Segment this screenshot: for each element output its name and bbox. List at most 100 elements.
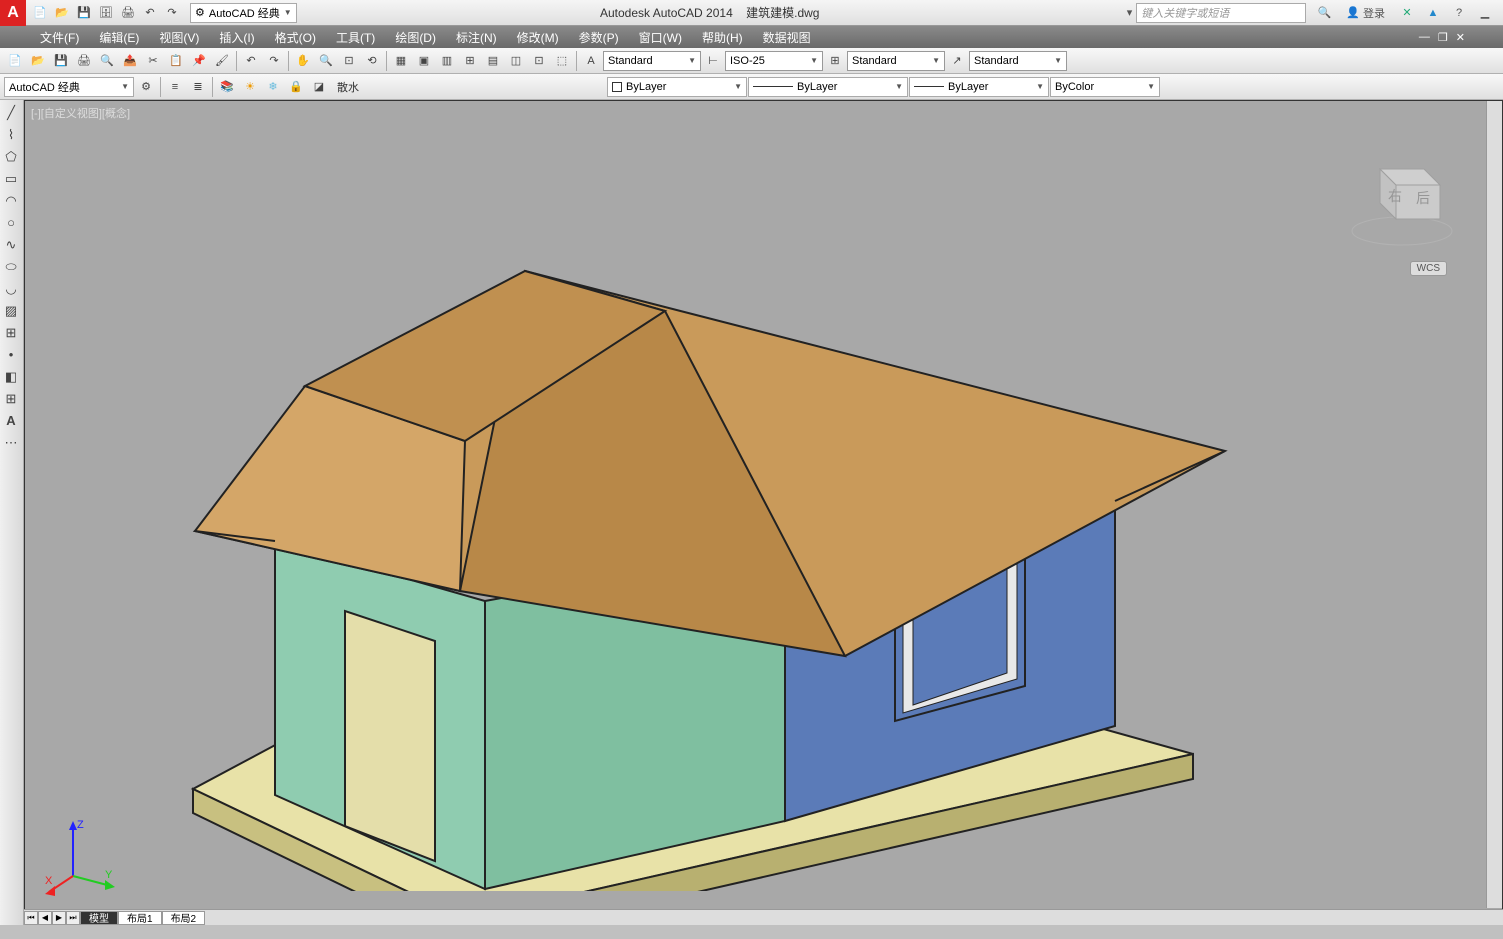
tool-icon[interactable]: ▥	[436, 50, 458, 72]
doc-close-icon[interactable]: ✕	[1456, 31, 1465, 44]
tool-icon[interactable]: ⬚	[551, 50, 573, 72]
layer-color-icon[interactable]: ◪	[308, 76, 330, 98]
undo-icon[interactable]: ↶	[140, 3, 160, 23]
zoom-win-icon[interactable]: ⊡	[338, 50, 360, 72]
point-icon[interactable]: •	[0, 344, 22, 365]
dropdown-arrow-icon[interactable]: ▾	[1123, 6, 1137, 19]
exchange-icon[interactable]: ✕	[1397, 3, 1417, 23]
tool-icon[interactable]: ◫	[505, 50, 527, 72]
plotcolor-dropdown[interactable]: ByColor▼	[1050, 77, 1160, 97]
copy-icon[interactable]: 📋	[165, 50, 187, 72]
viewport[interactable]: [-][自定义视图][概念]	[24, 100, 1503, 925]
help-icon[interactable]: ?	[1449, 3, 1469, 23]
minimize-icon[interactable]: ▁	[1475, 3, 1495, 23]
tab-prev-icon[interactable]: ◀	[38, 911, 52, 925]
doc-restore-icon[interactable]: ❐	[1438, 31, 1448, 44]
mtext-icon[interactable]: A	[0, 410, 22, 431]
redo-icon[interactable]: ↷	[162, 3, 182, 23]
tab-layout1[interactable]: 布局1	[118, 911, 162, 925]
line-icon[interactable]: ╱	[0, 102, 22, 123]
pline-icon[interactable]: ⌇	[0, 124, 22, 145]
print-icon[interactable]: 🖨	[118, 3, 138, 23]
menu-window[interactable]: 窗口(W)	[629, 26, 692, 48]
preview-icon[interactable]: 🔍	[96, 50, 118, 72]
save-file-icon[interactable]: 💾	[50, 50, 72, 72]
publish-icon[interactable]: 📤	[119, 50, 141, 72]
text-style-dropdown[interactable]: Standard▼	[603, 51, 701, 71]
menu-tools[interactable]: 工具(T)	[326, 26, 385, 48]
tool-icon[interactable]: ▦	[390, 50, 412, 72]
layer-color-dropdown[interactable]: ByLayer▼	[607, 77, 747, 97]
cloud-icon[interactable]: ▲	[1423, 3, 1443, 23]
tool-icon[interactable]: ⊞	[459, 50, 481, 72]
menu-edit[interactable]: 编辑(E)	[89, 26, 149, 48]
sun-icon[interactable]: ☀	[239, 76, 261, 98]
tab-layout2[interactable]: 布局2	[162, 911, 206, 925]
wcs-badge[interactable]: WCS	[1410, 261, 1447, 276]
menu-param[interactable]: 参数(P)	[569, 26, 629, 48]
login-button[interactable]: 👤 登录	[1340, 5, 1391, 21]
save-icon[interactable]: 💾	[74, 3, 94, 23]
layer-icon[interactable]: ≣	[187, 76, 209, 98]
rectangle-icon[interactable]: ▭	[0, 168, 22, 189]
open-icon[interactable]: 📂	[52, 3, 72, 23]
match-icon[interactable]: 🖌	[211, 50, 233, 72]
tab-model[interactable]: 模型	[80, 911, 118, 925]
tool-icon[interactable]: ▤	[482, 50, 504, 72]
more-icon[interactable]: ⋯	[0, 432, 22, 453]
layer-icon[interactable]: ≡	[164, 76, 186, 98]
viewcube[interactable]: 右 后	[1342, 141, 1462, 261]
new-icon[interactable]: 📄	[30, 3, 50, 23]
search-input[interactable]: 键入关键字或短语	[1136, 3, 1306, 23]
tab-next-icon[interactable]: ▶	[52, 911, 66, 925]
workspace-dropdown-title[interactable]: ⚙ AutoCAD 经典 ▼	[190, 3, 297, 23]
gear-icon[interactable]: ⚙	[135, 76, 157, 98]
new-file-icon[interactable]: 📄	[4, 50, 26, 72]
region-icon[interactable]: ◧	[0, 366, 22, 387]
menu-dimension[interactable]: 标注(N)	[446, 26, 507, 48]
table-style-dropdown[interactable]: Standard▼	[847, 51, 945, 71]
undo2-icon[interactable]: ↶	[240, 50, 262, 72]
menu-draw[interactable]: 绘图(D)	[385, 26, 446, 48]
dim-style-icon[interactable]: ⊢	[702, 50, 724, 72]
search-icon[interactable]: 🔍	[1314, 3, 1334, 23]
ellipse-icon[interactable]: ⬭	[0, 256, 22, 277]
saveas-icon[interactable]: 🗄	[96, 3, 116, 23]
app-logo[interactable]: A	[0, 0, 26, 26]
freeze-icon[interactable]: ❄	[262, 76, 284, 98]
workspace-dropdown[interactable]: AutoCAD 经典 ▼	[4, 77, 134, 97]
tool-icon[interactable]: ⊡	[528, 50, 550, 72]
mleader-style-icon[interactable]: ↗	[946, 50, 968, 72]
mleader-style-dropdown[interactable]: Standard▼	[969, 51, 1067, 71]
text-style-icon[interactable]: A	[580, 50, 602, 72]
tool-icon[interactable]: ▣	[413, 50, 435, 72]
menu-format[interactable]: 格式(O)	[265, 26, 326, 48]
cut-icon[interactable]: ✂	[142, 50, 164, 72]
arc-icon[interactable]: ◠	[0, 190, 22, 211]
spline-icon[interactable]: ∿	[0, 234, 22, 255]
menu-dataview[interactable]: 数据视图	[753, 26, 821, 48]
block-icon[interactable]: ⊞	[0, 322, 22, 343]
paste-icon[interactable]: 📌	[188, 50, 210, 72]
layer-mgr-icon[interactable]: 📚	[216, 76, 238, 98]
lineweight-dropdown[interactable]: ByLayer▼	[909, 77, 1049, 97]
table-icon[interactable]: ⊞	[0, 388, 22, 409]
redo2-icon[interactable]: ↷	[263, 50, 285, 72]
polygon-icon[interactable]: ⬠	[0, 146, 22, 167]
pan-icon[interactable]: ✋	[292, 50, 314, 72]
menu-view[interactable]: 视图(V)	[149, 26, 209, 48]
hatch-icon[interactable]: ▨	[0, 300, 22, 321]
dim-style-dropdown[interactable]: ISO-25▼	[725, 51, 823, 71]
linetype-dropdown[interactable]: ByLayer▼	[748, 77, 908, 97]
menu-help[interactable]: 帮助(H)	[692, 26, 753, 48]
doc-minimize-icon[interactable]: —	[1419, 31, 1430, 44]
open-file-icon[interactable]: 📂	[27, 50, 49, 72]
zoom-prev-icon[interactable]: ⟲	[361, 50, 383, 72]
menu-insert[interactable]: 插入(I)	[209, 26, 264, 48]
lock-icon[interactable]: 🔒	[285, 76, 307, 98]
ellipsearc-icon[interactable]: ◡	[0, 278, 22, 299]
menu-modify[interactable]: 修改(M)	[507, 26, 569, 48]
table-style-icon[interactable]: ⊞	[824, 50, 846, 72]
menu-file[interactable]: 文件(F)	[30, 26, 89, 48]
circle-icon[interactable]: ○	[0, 212, 22, 233]
